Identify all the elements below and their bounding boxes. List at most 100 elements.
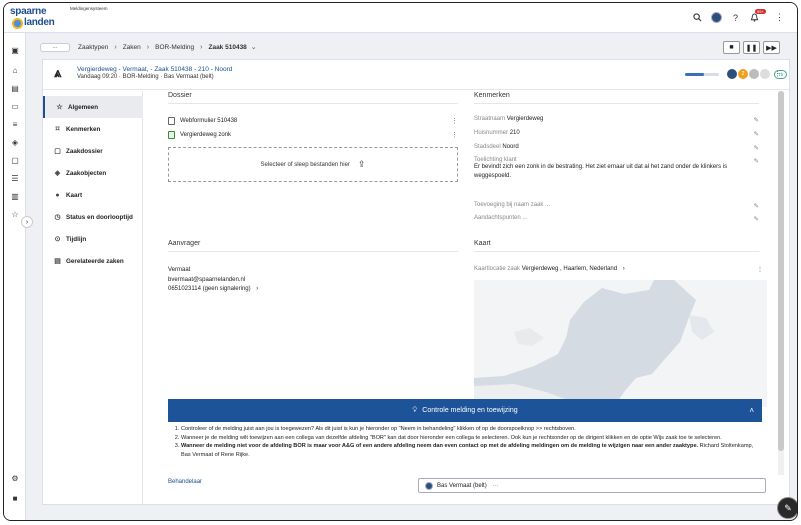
aanvrager-phone-value: 0651023114 (geen signalering): [168, 286, 251, 292]
field-aandachtspunten[interactable]: Aandachtspunten ... ✎: [474, 215, 759, 223]
chevron-down-icon[interactable]: ⌄: [251, 43, 257, 51]
field-value: Vergierdeweg: [506, 116, 544, 122]
user-avatar[interactable]: [711, 12, 722, 23]
conductor-fab[interactable]: ✎: [777, 497, 797, 519]
nav-kenmerken[interactable]: ⌑ Kenmerken: [43, 118, 143, 140]
case-card: ⩓ Vergierdeweg - Vermaat, - Zaak 510438 …: [42, 59, 790, 506]
edit-icon[interactable]: ✎: [754, 144, 759, 152]
more-icon[interactable]: ⋮: [451, 131, 458, 139]
search-icon[interactable]: [692, 12, 703, 23]
case-title[interactable]: Vergierdeweg - Vermaat, - Zaak 510438 - …: [77, 66, 232, 73]
case-more-icon[interactable]: ⋮: [774, 70, 781, 78]
edit-icon[interactable]: ✎: [754, 116, 759, 124]
chevron-right-icon: ›: [146, 43, 150, 51]
notice-header[interactable]: 💡︎ Controle melding en toewijzing ˄: [168, 399, 762, 422]
aanvrager-email[interactable]: bvermaat@spaarnelanden.nl: [168, 276, 258, 286]
folder-icon[interactable]: ▢: [10, 155, 20, 165]
gift-icon[interactable]: ■: [10, 493, 20, 503]
help-icon[interactable]: ?: [730, 12, 741, 23]
edit-icon[interactable]: ✎: [754, 202, 759, 210]
field-straatnaam[interactable]: Straatnaam Vergierdeweg ✎: [474, 116, 759, 124]
scrollbar-thumb[interactable]: [778, 91, 784, 451]
nav-label: Kenmerken: [66, 125, 101, 133]
chevron-up-icon[interactable]: ˄: [749, 406, 754, 415]
star-icon[interactable]: ☆: [10, 209, 20, 219]
assignee-avatar[interactable]: [727, 69, 737, 79]
nav-gerelateerde[interactable]: ▤ Gerelateerde zaken: [43, 250, 143, 272]
chevron-right-icon: ›: [622, 266, 625, 272]
layers-icon[interactable]: ◈: [10, 137, 20, 147]
nav-algemeen[interactable]: ☆ Algemeen: [43, 96, 143, 118]
field-value: Noord: [502, 144, 519, 150]
nav-zaakdossier[interactable]: ▢ Zaakdossier: [43, 140, 143, 162]
chevron-right-icon: ›: [200, 43, 203, 51]
nav-status[interactable]: ◷ Status en doorlooptijd: [43, 206, 143, 228]
case-subtitle: Vandaag 09:20 · BOR-Melding · Bas Vermaa…: [77, 74, 214, 80]
expand-rail-button[interactable]: ›: [21, 216, 33, 228]
breadcrumb-item[interactable]: BOR-Melding: [155, 44, 194, 51]
edit-icon[interactable]: ✎: [754, 157, 759, 165]
card-icon[interactable]: ▭: [10, 101, 20, 111]
file-name: Webformulier 510438: [180, 118, 238, 124]
sliders-icon[interactable]: ≡: [10, 119, 20, 129]
upload-icon: ⇪: [357, 159, 366, 169]
home-icon[interactable]: ⌂: [10, 65, 20, 75]
nav-zaakobjecten[interactable]: ◈ Zaakobjecten: [43, 162, 143, 184]
case-header: ⩓ Vergierdeweg - Vermaat, - Zaak 510438 …: [43, 60, 789, 90]
scrollbar[interactable]: [778, 91, 784, 475]
more-icon[interactable]: ⋮: [757, 266, 763, 273]
baton-icon: ✎: [784, 502, 792, 513]
breadcrumb-item[interactable]: Zaaktypen: [78, 44, 108, 51]
field-toelichting[interactable]: Toelichting klant Er bevindt zich een zon…: [474, 157, 759, 181]
nav-label: Gerelateerde zaken: [66, 257, 124, 265]
edit-icon[interactable]: ✎: [754, 130, 759, 138]
notice-item: Wanneer je de melding wilt toewijzen aan…: [181, 434, 759, 443]
breadcrumb: ... Zaaktypen › Zaken › BOR-Melding › Za…: [40, 39, 790, 55]
stop-button[interactable]: ■: [723, 41, 740, 54]
more-icon[interactable]: ⋮: [451, 117, 458, 125]
list-icon[interactable]: ☰: [10, 173, 20, 183]
breadcrumb-current[interactable]: Zaak 510438: [208, 44, 246, 51]
briefcase-icon[interactable]: ▤: [10, 83, 20, 93]
behandelaar-select[interactable]: Bas Vermaat (belt) ···: [418, 478, 766, 493]
aanvrager-phone[interactable]: 0651023114 (geen signalering) ›: [168, 285, 258, 295]
logo-text-1: spaarne: [10, 6, 47, 17]
location-label: Kaartlocatie zaak: [474, 266, 521, 272]
settings-icon[interactable]: ⚙: [10, 473, 20, 483]
camera-icon[interactable]: ▣: [10, 45, 20, 55]
fast-forward-button[interactable]: ▶▶: [763, 41, 780, 54]
nav-label: Tijdlijn: [66, 235, 87, 243]
bell-icon[interactable]: 99+: [749, 9, 766, 23]
file-item[interactable]: Vergierdeweg zonk ⋮: [168, 129, 458, 141]
breadcrumb-item[interactable]: Zaken: [123, 44, 141, 51]
field-label: Toevoeging bij naam zaak ...: [474, 202, 551, 208]
map-view[interactable]: [474, 280, 767, 407]
field-label: Straatnaam: [474, 116, 506, 122]
clock-icon: ◷: [54, 214, 61, 221]
nav-label: Zaakobjecten: [66, 169, 107, 177]
kaart-location[interactable]: Kaartlocatie zaak Vergierdeweg , Haarlem…: [474, 266, 767, 273]
chevron-right-icon: ›: [114, 43, 117, 51]
pause-button[interactable]: ❚❚: [743, 41, 760, 54]
globe-icon: ●: [55, 191, 60, 199]
notification-badge: 99+: [755, 9, 766, 14]
nav-kaart[interactable]: ● Kaart: [43, 184, 143, 206]
field-toevoeging[interactable]: Toevoeging bij naam zaak ... ✎: [474, 202, 759, 210]
field-huisnummer[interactable]: Huisnummer 210 ✎: [474, 130, 759, 138]
field-stadsdeel[interactable]: Stadsdeel Noord ✎: [474, 144, 759, 152]
chart-icon[interactable]: ▥: [10, 191, 20, 201]
nav-tijdlijn[interactable]: ⊙ Tijdlijn: [43, 228, 143, 250]
more-icon[interactable]: ⋮: [774, 12, 785, 23]
file-item[interactable]: Webformulier 510438 ⋮: [168, 115, 458, 127]
behandelaar-suffix: ···: [492, 482, 499, 489]
app-name: Meldingensysteem: [70, 6, 108, 11]
edit-icon[interactable]: ✎: [754, 215, 759, 223]
case-content: Dossier Kenmerken Webformulier 510438 ⋮ …: [144, 91, 779, 506]
notice-item: Controleer of de melding juist aan jou i…: [181, 425, 759, 434]
image-icon: [168, 131, 175, 139]
breadcrumb-ellipsis[interactable]: ...: [40, 42, 70, 52]
notice-title: Controle melding en toewijzing: [422, 407, 518, 414]
field-label: Aandachtspunten ...: [474, 215, 528, 221]
logo[interactable]: spaarne landen: [10, 6, 70, 30]
upload-dropzone[interactable]: Selecteer of sleep bestanden hier ⇪: [168, 147, 458, 182]
